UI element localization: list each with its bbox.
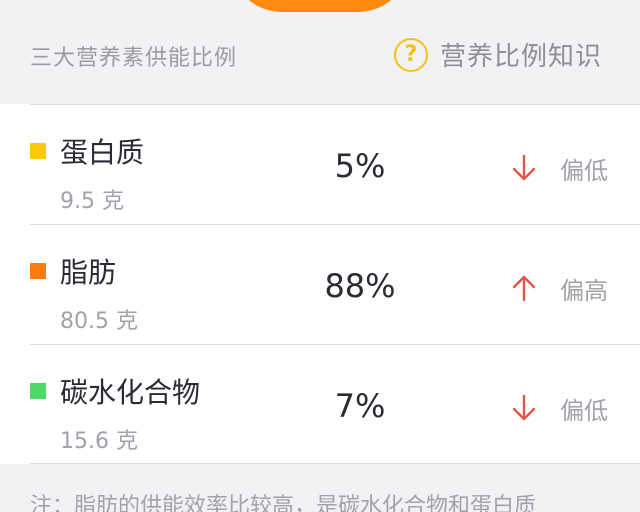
nutrient-percent: 5%	[334, 147, 386, 185]
nutrient-name: 脂肪	[60, 256, 117, 289]
nutrient-name: 碳水化合物	[60, 376, 201, 409]
nutrient-status: 偏低	[560, 397, 608, 425]
arrow-up-icon	[510, 273, 538, 303]
nutrient-row-fat: 脂肪 80.5 克 88% 偏高	[30, 224, 640, 344]
ratio-header: 三大营养素供能比例 ? 营养比例知识	[0, 0, 640, 104]
nutrient-list: 蛋白质 9.5 克 5% 偏低 脂肪 80.5 克 88% 偏高 碳水化合物 1…	[0, 104, 640, 464]
arrow-down-icon	[510, 393, 538, 423]
nutrient-name: 蛋白质	[60, 136, 145, 169]
footnote-text: 注：脂肪的供能效率比较高，是碳水化合物和蛋白质	[30, 494, 537, 512]
nutrient-row-protein: 蛋白质 9.5 克 5% 偏低	[30, 104, 640, 224]
nutrition-knowledge-label: 营养比例知识	[439, 42, 602, 72]
nutrient-percent: 88%	[324, 267, 396, 305]
nutrient-status: 偏高	[560, 277, 608, 305]
protein-color-swatch	[30, 143, 46, 159]
nutrient-amount: 9.5 克	[60, 189, 124, 214]
arrow-down-icon	[510, 153, 538, 183]
nutrient-percent: 7%	[334, 387, 386, 425]
nutrition-knowledge-link[interactable]: ? 营养比例知识	[393, 36, 602, 73]
section-title: 三大营养素供能比例	[30, 46, 238, 71]
carbs-color-swatch	[30, 383, 46, 399]
nutrient-row-carbs: 碳水化合物 15.6 克 7% 偏低	[30, 344, 640, 464]
nutrient-amount: 80.5 克	[60, 309, 138, 334]
fat-color-swatch	[30, 263, 46, 279]
nutrient-status: 偏低	[560, 157, 608, 185]
nutrient-amount: 15.6 克	[60, 429, 138, 454]
question-circle-icon: ?	[393, 37, 428, 72]
